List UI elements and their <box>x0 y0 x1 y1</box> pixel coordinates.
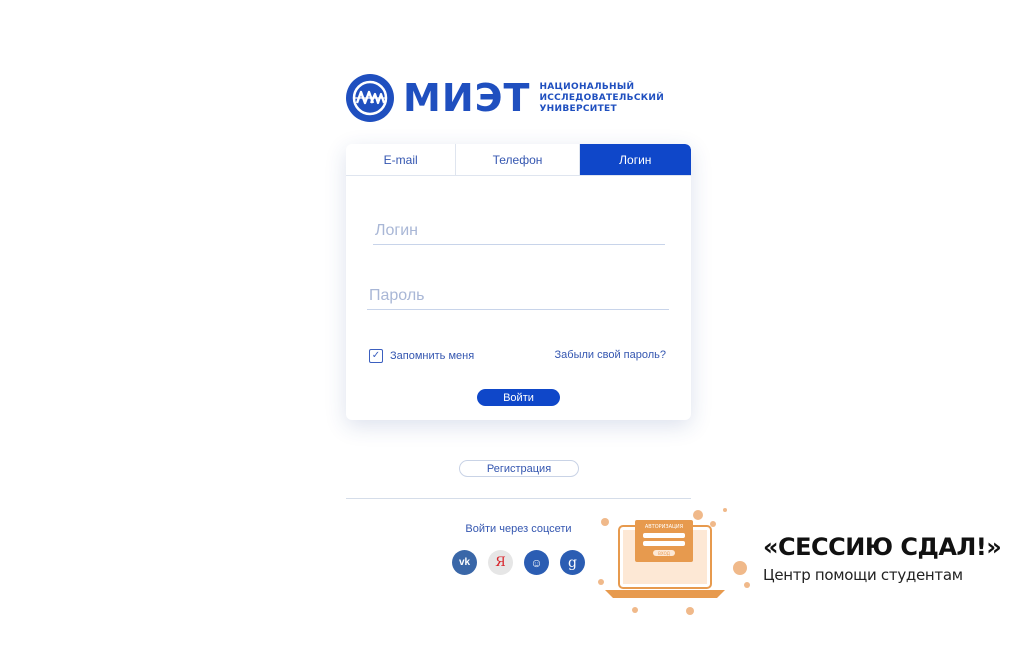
vk-icon[interactable]: vk <box>452 550 477 575</box>
remember-me-checkbox[interactable]: ✓ Запомнить меня <box>369 349 474 363</box>
logo-subtitle-line: ИССЛЕДОВАТЕЛЬСКИЙ <box>539 92 665 103</box>
remember-me-label: Запомнить меня <box>390 350 475 362</box>
login-input[interactable] <box>373 222 665 245</box>
miet-logo: МИЭТ НАЦИОНАЛЬНЫЙ ИССЛЕДОВАТЕЛЬСКИЙ УНИВ… <box>345 72 664 124</box>
login-button[interactable]: Войти <box>477 389 560 406</box>
tab-login[interactable]: Логин <box>579 144 691 175</box>
logo-subtitle-line: УНИВЕРСИТЕТ <box>539 103 617 114</box>
mailru-icon[interactable]: ☺ <box>524 550 549 575</box>
password-input[interactable] <box>367 287 669 310</box>
watermark-title: «СЕССИЮ СДАЛ!» <box>763 533 1002 561</box>
logo-subtitle-line: НАЦИОНАЛЬНЫЙ <box>539 81 635 92</box>
tab-phone[interactable]: Телефон <box>456 144 580 175</box>
login-card: E-mail Телефон Логин ✓ Запомнить меня За… <box>346 144 691 420</box>
auth-tabs: E-mail Телефон Логин <box>346 144 691 176</box>
checkbox-checked-icon[interactable]: ✓ <box>369 349 383 363</box>
register-button[interactable]: Регистрация <box>459 460 579 477</box>
social-login-list: vk Я ☺ g <box>452 550 596 575</box>
watermark-screen-heading: АВТОРИЗАЦИЯ <box>645 524 683 530</box>
logo-subtitle: НАЦИОНАЛЬНЫЙ ИССЛЕДОВАТЕЛЬСКИЙ УНИВЕРСИТ… <box>539 82 664 115</box>
google-icon[interactable]: g <box>560 550 585 575</box>
miet-emblem-icon <box>346 74 394 122</box>
yandex-icon[interactable]: Я <box>488 550 513 575</box>
logo-wordmark: МИЭТ <box>403 76 531 120</box>
forgot-password-link[interactable]: Забыли свой пароль? <box>555 349 666 361</box>
laptop-illustration-icon: АВТОРИЗАЦИЯ ВХОД <box>598 508 750 615</box>
tab-email[interactable]: E-mail <box>346 144 457 175</box>
watermark-subtitle: Центр помощи студентам <box>763 566 963 584</box>
watermark-screen-button: ВХОД <box>658 551 670 556</box>
divider <box>346 498 691 499</box>
